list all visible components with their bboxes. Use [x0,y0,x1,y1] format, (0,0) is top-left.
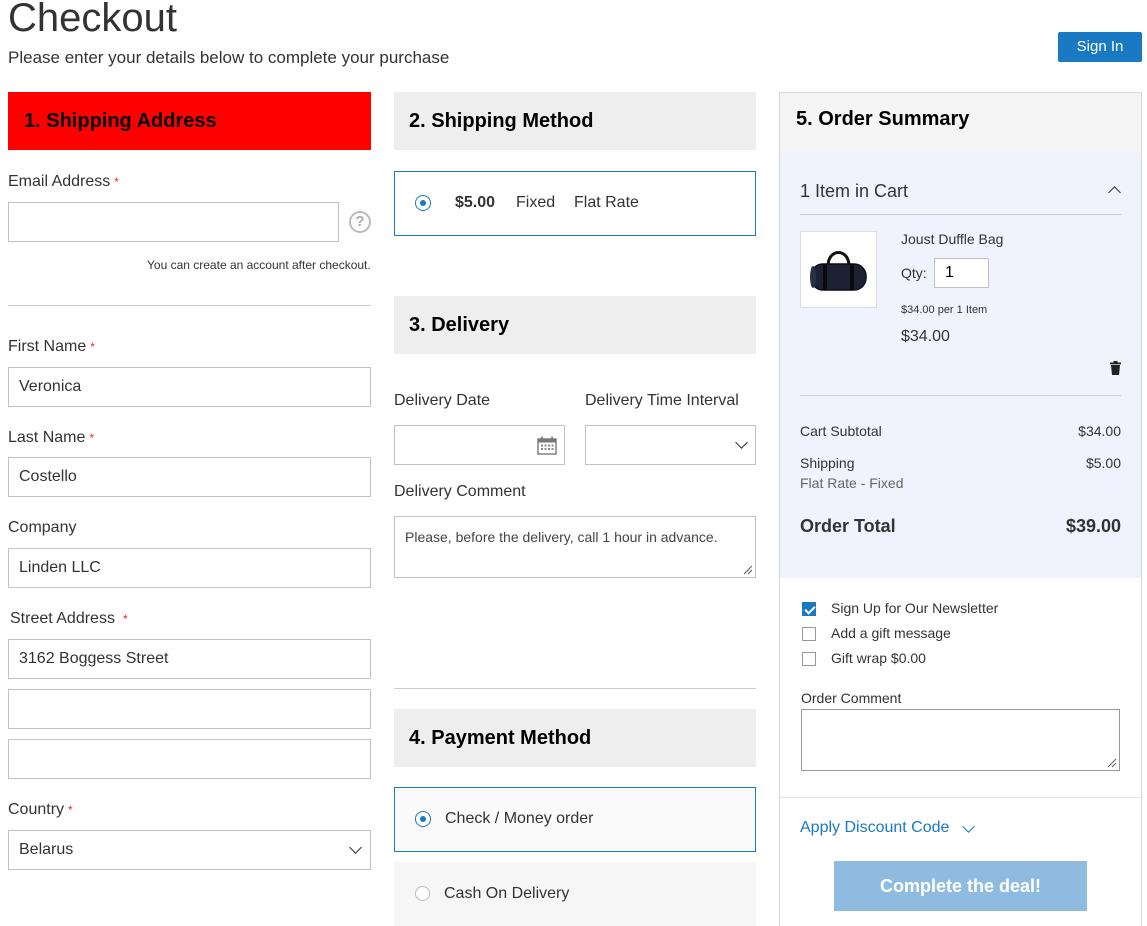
required-mark: * [68,803,73,817]
checkbox-unchecked-icon[interactable] [802,652,816,666]
country-value: Belarus [19,841,74,858]
unit-price-note: $34.00 per 1 Item [901,304,988,316]
cart-count-label: 1 Item in Cart [800,181,909,201]
chevron-down-icon [349,841,362,854]
shipping-label: Shipping [800,455,855,471]
shipping-carrier: Flat Rate [574,194,639,211]
delivery-time-select[interactable] [585,425,756,465]
payment-method-heading: 4. Payment Method [394,709,756,767]
delivery-heading: 3. Delivery [394,296,756,354]
radio-unselected-icon[interactable] [415,886,430,901]
street-line-3-field[interactable] [8,739,371,779]
email-field[interactable] [8,202,339,242]
required-mark: * [90,340,95,354]
complete-order-button[interactable]: Complete the deal! [834,861,1087,911]
payment-option-check[interactable]: Check / Money order [394,787,756,852]
divider [800,395,1121,396]
delivery-date-field[interactable] [394,425,565,465]
order-comment-textarea[interactable] [801,709,1120,771]
cart-toggle[interactable]: 1 Item in Cart [800,181,1121,215]
account-note: You can create an account after checkout… [147,258,371,272]
chevron-down-icon [962,820,975,833]
gift-message-option[interactable]: Add a gift message [801,625,1101,643]
delivery-comment-label: Delivery Comment [394,483,526,500]
delivery-time-label: Delivery Time Interval [585,392,739,409]
duffle-bag-image [810,251,867,291]
newsletter-option[interactable]: Sign Up for Our Newsletter [801,600,1101,618]
apply-discount-toggle[interactable]: Apply Discount Code [800,819,980,841]
item-price: $34.00 [901,328,950,345]
qty-label: Qty: [901,265,927,281]
shipping-address-heading: 1. Shipping Address [8,92,371,150]
radio-selected-icon[interactable] [415,811,431,827]
payment-option-cod[interactable]: Cash On Delivery [394,862,756,926]
order-comment-label: Order Comment [801,690,902,706]
gift-wrap-option[interactable]: Gift wrap $0.00 [801,650,1101,668]
chevron-up-icon [1108,186,1121,199]
order-total-value: $39.00 [1065,516,1121,536]
street-line-1-field[interactable]: 3162 Boggess Street [8,639,371,679]
option-label: Gift wrap $0.00 [831,650,926,666]
first-name-label: First Name * [8,338,95,355]
first-name-field[interactable]: Veronica [8,367,371,407]
delivery-comment-value: Please, before the delivery, call 1 hour… [405,529,718,545]
required-mark: * [122,612,128,626]
resize-grip-icon[interactable] [743,565,753,575]
last-name-label: Last Name * [8,429,95,446]
help-icon[interactable]: ? [349,211,371,233]
option-label: Sign Up for Our Newsletter [831,600,999,616]
street-address-label: Street Address * [10,610,128,627]
page-subtitle: Please enter your details below to compl… [8,48,450,67]
calendar-icon[interactable] [537,436,557,455]
shipping-method-name: Fixed [516,194,556,211]
radio-selected-icon[interactable] [415,195,431,211]
order-total-label: Order Total [800,516,896,536]
resize-grip-icon[interactable] [1107,758,1117,768]
subtotal-value: $34.00 [1078,423,1121,439]
product-name[interactable]: Joust Duffle Bag [901,231,1003,247]
required-mark: * [89,431,95,445]
delivery-comment-textarea[interactable]: Please, before the delivery, call 1 hour… [394,516,756,578]
divider [780,797,1141,798]
order-summary-heading: 5. Order Summary [796,108,970,130]
product-thumbnail [800,231,877,308]
option-label: Add a gift message [831,625,951,641]
required-mark: * [114,175,119,189]
cart-panel [780,152,1141,578]
payment-option-label: Check / Money order [445,810,594,827]
email-label: Email Address * [8,173,119,190]
shipping-price: $5.00 [455,194,496,211]
last-name-field[interactable]: Costello [8,457,371,497]
chevron-down-icon [735,436,748,449]
divider [8,305,371,306]
payment-option-label: Cash On Delivery [444,885,570,902]
sign-in-button[interactable]: Sign In [1058,32,1142,62]
shipping-method-option[interactable]: $5.00 Fixed Flat Rate [394,171,756,236]
shipping-method-heading: 2. Shipping Method [394,92,756,150]
shipping-value: $5.00 [1085,455,1121,471]
country-select[interactable]: Belarus [8,830,371,870]
qty-input[interactable]: 1 [934,258,989,288]
checkbox-unchecked-icon[interactable] [802,627,816,641]
divider [394,688,756,689]
apply-discount-label: Apply Discount Code [800,819,950,836]
company-label: Company [8,519,77,536]
page-title: Checkout [8,0,177,40]
subtotal-label: Cart Subtotal [800,423,882,439]
checkbox-checked-icon[interactable] [802,602,816,616]
shipping-method-summary: Flat Rate - Fixed [800,475,904,491]
delivery-date-label: Delivery Date [394,392,491,409]
company-field[interactable]: Linden LLC [8,548,371,588]
street-line-2-field[interactable] [8,689,371,729]
trash-icon[interactable] [1110,361,1121,375]
country-label: Country * [8,801,73,818]
